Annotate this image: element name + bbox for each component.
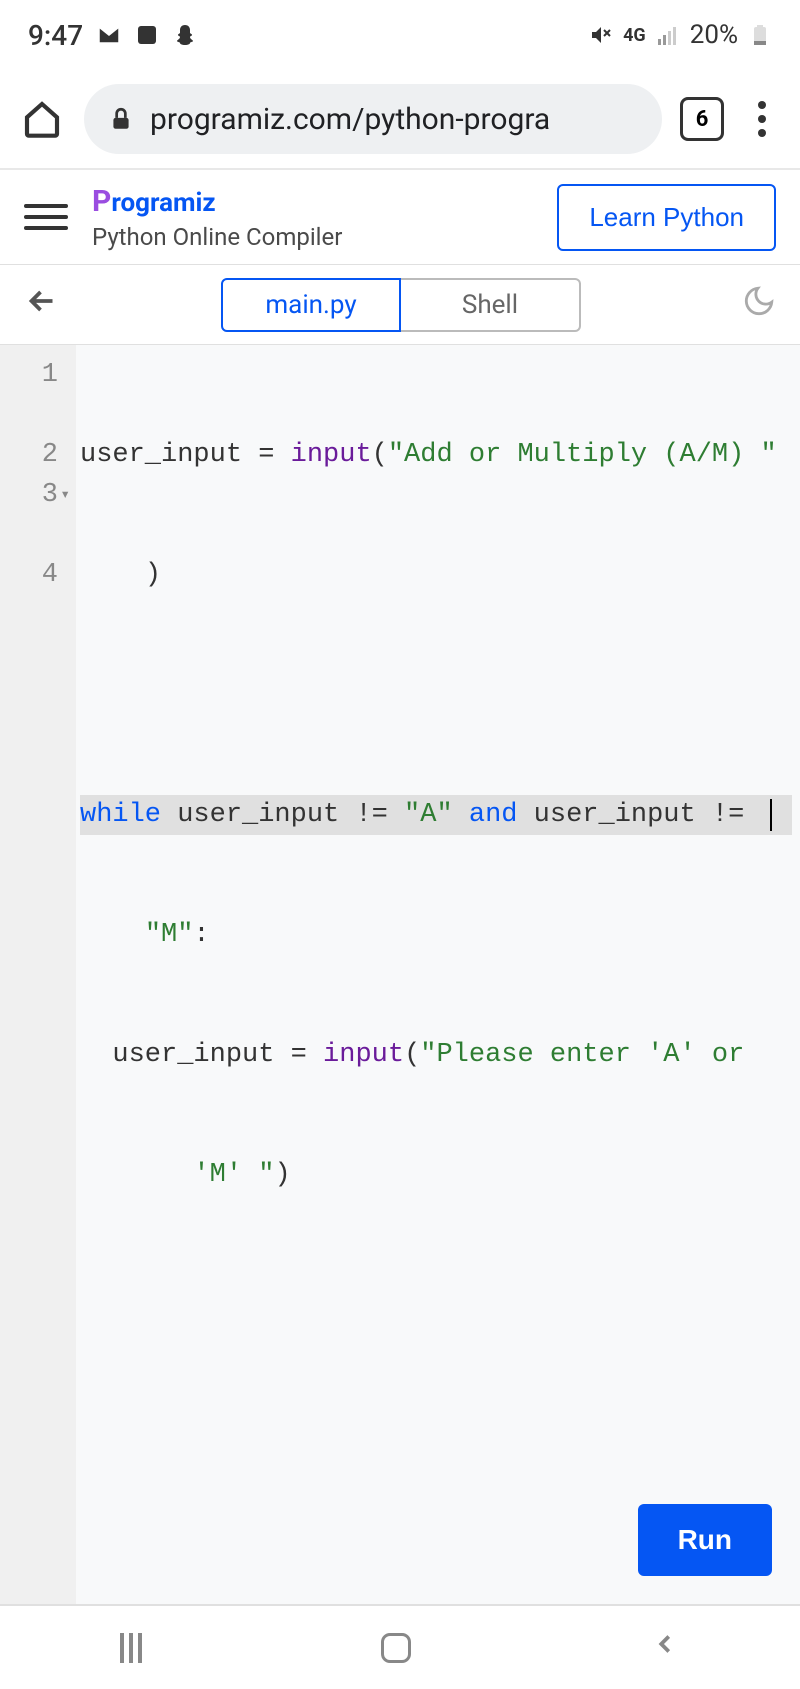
moon-icon (742, 284, 776, 318)
battery-percent: 20% (690, 20, 738, 50)
site-header: Programiz Python Online Compiler Learn P… (0, 170, 800, 265)
network-type: 4G (623, 25, 646, 46)
code-line (80, 675, 792, 715)
mute-icon (589, 23, 613, 47)
code-line-wrap: 'M' ") (80, 1155, 792, 1195)
line-number: 2 (8, 435, 58, 475)
code-editor[interactable]: 1 2 3 4 user_input = input("Add or Multi… (0, 345, 800, 1604)
editor-tabs: main.py Shell (221, 278, 581, 332)
home-icon (22, 99, 62, 139)
url-text: programiz.com/python-progra (150, 102, 550, 137)
battery-icon (748, 23, 772, 47)
theme-toggle-button[interactable] (742, 284, 776, 326)
brand-subtitle: Python Online Compiler (92, 223, 533, 251)
code-line: user_input = input("Please enter 'A' or (80, 1035, 792, 1075)
browser-home-button[interactable] (18, 95, 66, 143)
status-time: 9:47 (28, 19, 83, 52)
square-icon (381, 1633, 411, 1663)
status-right: 4G 20% (589, 20, 772, 50)
line-gutter: 1 2 3 4 (0, 345, 76, 1604)
mail-icon (97, 23, 121, 47)
code-line-wrap: "M": (80, 915, 792, 955)
arrow-left-icon (24, 283, 60, 319)
nav-back-button[interactable] (650, 1629, 680, 1667)
download-icon (135, 23, 159, 47)
line-number: 4 (8, 555, 58, 595)
editor-toolbar: main.py Shell (0, 265, 800, 345)
snapchat-icon (173, 23, 197, 47)
line-number: 3 (8, 475, 58, 515)
android-status-bar: 9:47 4G 20% (0, 0, 800, 70)
code-line: user_input = input("Add or Multiply (A/M… (80, 435, 792, 475)
line-number: 1 (8, 355, 58, 395)
browser-menu-button[interactable] (742, 101, 782, 137)
android-nav-bar (0, 1604, 800, 1689)
tab-switcher-button[interactable]: 6 (680, 97, 724, 141)
code-line-wrap: ) (80, 555, 792, 595)
code-content[interactable]: user_input = input("Add or Multiply (A/M… (76, 345, 800, 1604)
chevron-left-icon (650, 1629, 680, 1659)
nav-home-button[interactable] (381, 1633, 411, 1663)
signal-icon (656, 23, 680, 47)
learn-python-button[interactable]: Learn Python (557, 184, 776, 251)
browser-toolbar: programiz.com/python-progra 6 (0, 70, 800, 170)
status-left: 9:47 (28, 19, 197, 52)
hamburger-menu-button[interactable] (24, 204, 68, 230)
lock-icon (108, 106, 134, 132)
nav-recents-button[interactable] (120, 1633, 142, 1663)
tab-count: 6 (696, 107, 709, 132)
url-bar[interactable]: programiz.com/python-progra (84, 84, 662, 154)
brand: Programiz Python Online Compiler (92, 184, 533, 251)
code-line-active: while user_input != "A" and user_input !… (80, 795, 792, 835)
back-button[interactable] (24, 283, 60, 327)
tab-main[interactable]: main.py (221, 278, 401, 332)
run-button[interactable]: Run (638, 1504, 772, 1576)
tab-shell[interactable]: Shell (401, 278, 581, 332)
brand-logo[interactable]: Programiz (92, 184, 533, 219)
